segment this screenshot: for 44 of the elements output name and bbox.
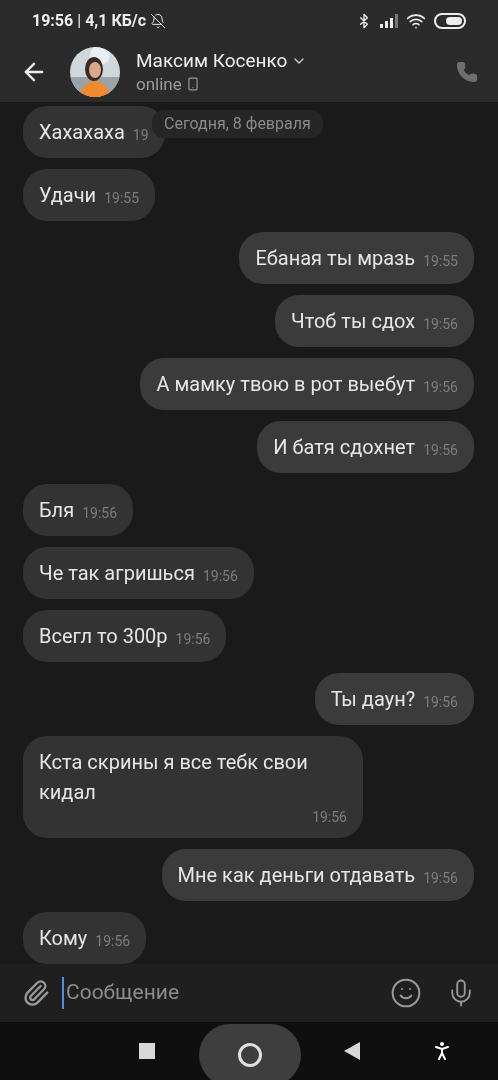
message-text: Чтоб ты сдох (291, 308, 416, 336)
message-time: 19:56 (82, 505, 118, 522)
message-time: 19:56 (423, 694, 458, 711)
message-time: 19:56 (423, 379, 458, 396)
message-text: Че так агришься (39, 560, 195, 588)
message-text: Ебаная ты мразь (255, 245, 416, 273)
message-text: Мне как деньги отдавать (177, 862, 416, 890)
emoji-button[interactable] (390, 977, 422, 1010)
contact-name: Максим Косенко (136, 49, 288, 74)
message-text: Кста скрины я все тебк свои кидал (39, 750, 308, 805)
back-triangle-icon[interactable] (344, 1042, 360, 1061)
message-bar[interactable]: Сообщение (0, 964, 498, 1023)
message-text: Всегл то 300р (39, 623, 168, 651)
status-time: 19:56 (32, 10, 74, 33)
message-text: Хахахаха (39, 119, 125, 147)
message-text: А мамку твою в рот выебут (156, 371, 416, 399)
message-time: 19:56 (95, 933, 131, 950)
contact-status: online (136, 73, 182, 96)
message-text: Ты даун? (330, 686, 416, 714)
message-text: Бля (39, 497, 75, 525)
message-time: 19 (132, 127, 149, 144)
message-time: 19:56 (312, 808, 347, 828)
message-time: 19:56 (202, 568, 238, 585)
message-text: Кому (39, 925, 88, 953)
message-text: И батя сдохнет (273, 434, 416, 462)
status-separator: | (77, 10, 82, 33)
bell-off-icon (150, 13, 167, 30)
message-time: 19:55 (104, 190, 139, 207)
home-button[interactable] (199, 1024, 301, 1080)
message-time: 19:55 (423, 253, 458, 270)
recents-button[interactable] (139, 1043, 155, 1060)
phone-device-icon (185, 77, 200, 92)
date-label: Сегодня, 8 февраля (152, 110, 323, 139)
message-time: 19:56 (423, 316, 458, 333)
signal-icon (380, 14, 398, 29)
battery-icon (434, 13, 466, 30)
message-text: Удачи (39, 182, 97, 210)
message-time: 19:56 (175, 631, 211, 648)
call-button[interactable] (456, 61, 478, 84)
message-input[interactable]: Сообщение (62, 977, 378, 1009)
message-time: 19:56 (423, 870, 458, 887)
attach-button[interactable] (22, 979, 50, 1008)
network-speed: 4,1 КБ/с (85, 10, 147, 33)
message-time: 19:56 (423, 442, 458, 459)
